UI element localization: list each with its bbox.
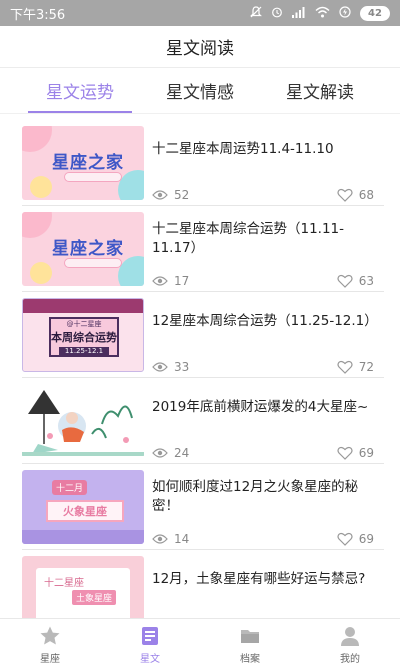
like-count[interactable]: 68 <box>337 188 374 202</box>
article-title: 12星座本周综合运势（11.25-12.1） <box>152 313 378 329</box>
status-time: 下午3:56 <box>10 7 66 23</box>
article-item[interactable]: 十二月 火象星座 如何顺利度过12月之火象星座的秘密！ 14 69 <box>22 470 384 548</box>
thumbnail-text: 星座之家 <box>52 239 124 259</box>
charging-icon <box>339 5 351 21</box>
view-count: 24 <box>152 446 189 460</box>
thumbnail-pill <box>64 172 122 182</box>
article-list: 星座之家 十二星座本周运势11.4-11.10 52 68 星座之家 十二星座本… <box>0 118 400 618</box>
alarm-icon <box>271 6 283 21</box>
view-count-value: 17 <box>174 274 190 288</box>
view-count-value: 33 <box>174 360 190 374</box>
article-thumbnail: 星座之家 <box>22 126 144 200</box>
nav-label: 我的 <box>340 653 360 665</box>
article-title: 十二星座本周综合运势（11.11-11.17） <box>152 221 345 256</box>
bottom-nav: 星座 星文 档案 我的 <box>0 618 400 670</box>
view-count-value: 52 <box>174 188 190 202</box>
article-thumbnail: @十二星座 本周综合运势 11.25-12.1 <box>22 298 144 372</box>
thumbnail-sign: @十二星座 本周综合运势 11.25-12.1 <box>49 317 119 357</box>
list-divider <box>22 463 384 464</box>
like-count-value: 63 <box>358 274 374 288</box>
illustration-image <box>22 390 144 456</box>
thumbnail-tag: 十二月 <box>52 480 88 495</box>
tab-fortune[interactable]: 星文运势 <box>20 67 140 113</box>
like-count[interactable]: 72 <box>337 360 374 374</box>
signal-icon <box>292 6 306 21</box>
nav-item-constellation[interactable]: 星座 <box>0 619 100 670</box>
article-title: 12月，土象星座有哪些好运与禁忌? <box>152 571 366 587</box>
page-title-bar: 星文阅读 <box>0 26 400 68</box>
article-item[interactable]: 2019年底前横财运爆发的4大星座~ 24 69 <box>22 384 384 462</box>
mute-icon <box>250 5 262 21</box>
view-count: 17 <box>152 274 189 288</box>
like-count[interactable]: 63 <box>337 274 374 288</box>
thumbnail-banner: 火象星座 <box>46 500 124 522</box>
nav-label: 档案 <box>240 653 260 665</box>
article-thumbnail <box>22 384 144 458</box>
battery-level: 42 <box>360 5 390 21</box>
article-title: 如何顺利度过12月之火象星座的秘密！ <box>152 479 359 514</box>
status-bar: 下午3:56 42 <box>0 0 400 26</box>
view-count-value: 24 <box>174 446 190 460</box>
heart-icon <box>337 188 353 202</box>
category-tabs: 星文运势 星文情感 星文解读 <box>0 68 400 114</box>
view-count: 14 <box>152 532 189 546</box>
article-title: 2019年底前横财运爆发的4大星座~ <box>152 399 369 415</box>
tab-emotion[interactable]: 星文情感 <box>140 67 260 113</box>
eye-icon <box>152 534 168 544</box>
eye-icon <box>152 448 168 458</box>
list-divider <box>22 549 384 550</box>
eye-icon <box>152 190 168 200</box>
like-count-value: 72 <box>358 360 374 374</box>
nav-label: 星座 <box>40 653 60 665</box>
page-title: 星文阅读 <box>166 39 234 59</box>
person-icon <box>341 626 359 646</box>
like-count-value: 69 <box>358 446 374 460</box>
list-divider <box>22 205 384 206</box>
heart-icon <box>337 532 353 546</box>
thumbnail-text: 星座之家 <box>52 153 124 173</box>
article-item[interactable]: 星座之家 十二星座本周综合运势（11.11-11.17） 17 63 <box>22 212 384 290</box>
article-thumbnail: 星座之家 <box>22 212 144 286</box>
heart-icon <box>337 360 353 374</box>
star-icon <box>40 626 60 644</box>
folder-icon <box>241 629 259 643</box>
status-icons: 42 <box>250 5 390 21</box>
nav-item-profile[interactable]: 我的 <box>300 619 400 670</box>
thumbnail-tag: 土象星座 <box>72 590 117 605</box>
list-divider <box>22 291 384 292</box>
article-title: 十二星座本周运势11.4-11.10 <box>152 141 334 157</box>
like-count[interactable]: 69 <box>337 532 374 546</box>
eye-icon <box>152 276 168 286</box>
view-count: 33 <box>152 360 189 374</box>
tab-interpretation[interactable]: 星文解读 <box>260 67 380 113</box>
thumbnail-text: 十二星座 <box>44 578 84 589</box>
nav-item-articles[interactable]: 星文 <box>100 619 200 670</box>
article-item[interactable]: @十二星座 本周综合运势 11.25-12.1 12星座本周综合运势（11.25… <box>22 298 384 376</box>
like-count-value: 68 <box>358 188 374 202</box>
nav-item-archive[interactable]: 档案 <box>200 619 300 670</box>
heart-icon <box>337 446 353 460</box>
view-count-value: 14 <box>174 532 190 546</box>
nav-label: 星文 <box>140 653 160 665</box>
article-thumbnail: 十二星座 土象星座 <box>22 556 144 618</box>
list-divider <box>22 377 384 378</box>
like-count[interactable]: 69 <box>337 446 374 460</box>
thumbnail-pill <box>64 258 122 268</box>
like-count-value: 69 <box>358 532 374 546</box>
heart-icon <box>337 274 353 288</box>
article-item[interactable]: 星座之家 十二星座本周运势11.4-11.10 52 68 <box>22 126 384 204</box>
eye-icon <box>152 362 168 372</box>
article-item[interactable]: 十二星座 土象星座 12月，土象星座有哪些好运与禁忌? 10 72 <box>22 556 384 618</box>
view-count: 52 <box>152 188 189 202</box>
wifi-icon <box>315 6 330 21</box>
document-icon <box>142 626 158 645</box>
article-thumbnail: 十二月 火象星座 <box>22 470 144 544</box>
